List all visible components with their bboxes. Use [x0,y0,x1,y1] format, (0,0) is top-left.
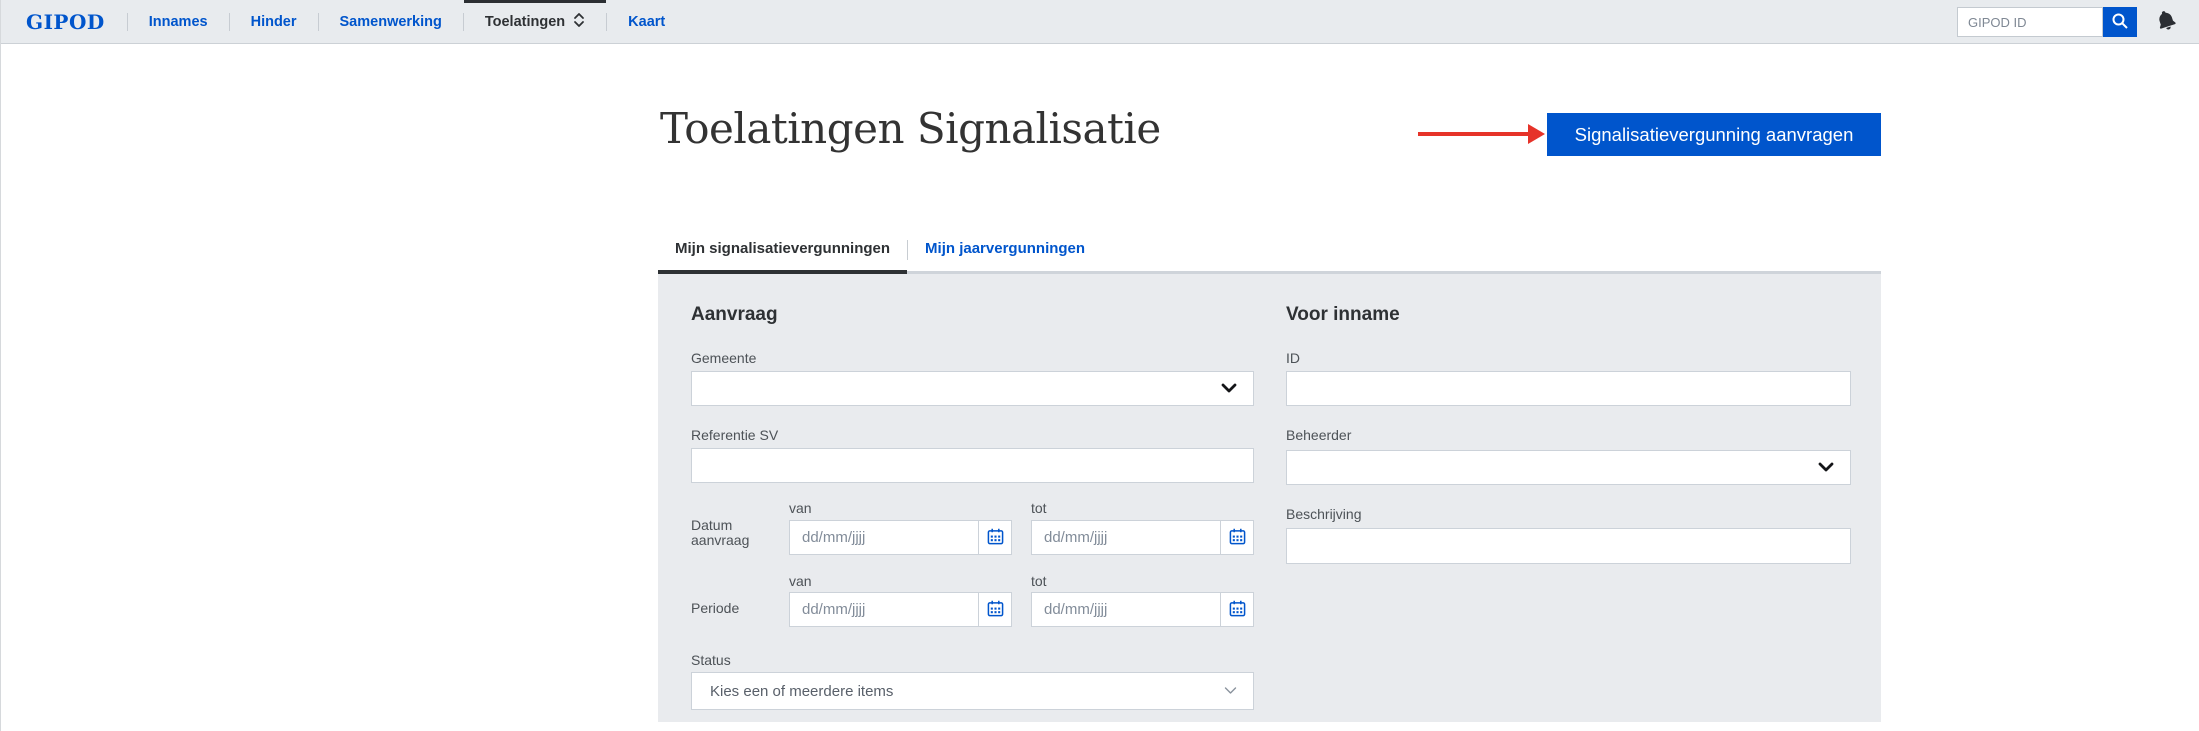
search-button[interactable] [2103,7,2137,37]
periode-tot-calendar-button[interactable] [1220,593,1253,626]
chevron-down-icon [1818,459,1834,477]
page-title: Toelatingen Signalisatie [660,104,1161,153]
beheerder-select[interactable] [1286,450,1851,485]
top-navigation: GIPOD Innames Hinder Samenwerking Toelat… [1,0,2199,44]
calendar-icon [1229,600,1246,620]
gipod-logo[interactable]: GIPOD [1,0,127,43]
section-title-voor-inname: Voor inname [1286,304,1400,326]
active-nav-indicator [464,0,606,3]
status-multiselect[interactable]: Kies een of meerdere items [691,672,1254,710]
tab-mijn-jaarvergunningen[interactable]: Mijn jaarvergunningen [908,240,1102,270]
calendar-icon [987,528,1004,548]
periode-van-date-input[interactable] [790,593,978,626]
beschrijving-input[interactable] [1286,528,1851,564]
datum-van-date-input[interactable] [790,521,978,554]
section-title-aanvraag: Aanvraag [691,304,778,326]
status-placeholder: Kies een of meerdere items [710,683,893,700]
datum-aanvraag-label: Datum aanvraag [691,518,773,548]
expand-updown-icon [573,11,585,33]
id-label: ID [1286,350,1300,366]
filter-panel: Aanvraag Gemeente Referentie SV van tot … [658,274,1881,722]
periode-label: Periode [691,600,739,616]
periode-van-calendar-button[interactable] [978,593,1011,626]
gipod-app: GIPOD Innames Hinder Samenwerking Toelat… [0,0,2199,731]
nav-right-controls [1957,7,2181,37]
datum-tot-label: tot [1031,500,1047,516]
chevron-down-icon [1224,682,1237,700]
tab-mijn-signalisatievergunningen[interactable]: Mijn signalisatievergunningen [658,240,907,274]
datum-tot-calendar-button[interactable] [1220,521,1253,554]
datum-van-calendar-button[interactable] [978,521,1011,554]
nav-item-kaart[interactable]: Kaart [607,0,686,43]
nav-item-label: Innames [149,14,208,30]
nav-item-toelatingen[interactable]: Toelatingen [464,0,606,43]
nav-item-innames[interactable]: Innames [128,0,229,43]
gipod-id-search-input[interactable] [1957,7,2103,37]
nav-item-label: Hinder [251,14,297,30]
referentie-sv-input[interactable] [691,448,1254,483]
datum-van-date-group [789,520,1012,555]
nav-item-label: Toelatingen [485,14,565,30]
chevron-down-icon [1221,380,1237,398]
annotation-arrow [1418,132,1530,136]
tab-bar: Mijn signalisatievergunningen Mijn jaarv… [658,240,1102,274]
annotation-arrow-head [1528,124,1545,144]
nav-item-hinder[interactable]: Hinder [230,0,318,43]
referentie-sv-label: Referentie SV [691,427,778,443]
notifications-button[interactable] [2151,7,2181,37]
periode-tot-date-group [1031,592,1254,627]
calendar-icon [1229,528,1246,548]
search-icon [2111,12,2129,33]
bell-icon [2155,8,2177,37]
beheerder-label: Beheerder [1286,427,1351,443]
periode-tot-label: tot [1031,573,1047,589]
status-label: Status [691,652,731,668]
calendar-icon [987,600,1004,620]
gemeente-label: Gemeente [691,350,756,366]
nav-item-label: Samenwerking [340,14,442,30]
datum-tot-date-group [1031,520,1254,555]
nav-item-samenwerking[interactable]: Samenwerking [319,0,463,43]
signalisatievergunning-aanvragen-button[interactable]: Signalisatievergunning aanvragen [1547,113,1881,156]
datum-van-label: van [789,500,812,516]
nav-item-label: Kaart [628,14,665,30]
gemeente-select[interactable] [691,371,1254,406]
beschrijving-label: Beschrijving [1286,506,1361,522]
periode-van-date-group [789,592,1012,627]
id-input[interactable] [1286,371,1851,406]
periode-tot-date-input[interactable] [1032,593,1220,626]
datum-tot-date-input[interactable] [1032,521,1220,554]
periode-van-label: van [789,573,812,589]
